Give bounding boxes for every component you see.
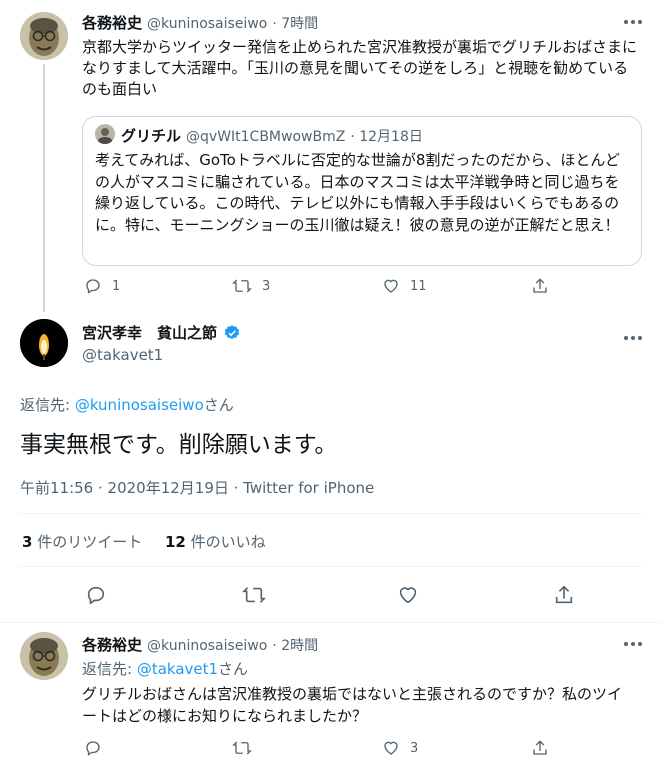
more-icon[interactable] <box>624 20 644 26</box>
retweet-button[interactable]: 3 <box>232 277 270 295</box>
author-handle[interactable]: @kuninosaiseiwo <box>147 638 267 654</box>
like-count: 11 <box>410 278 427 294</box>
reply-tweet[interactable]: 各務裕史 @kuninosaiseiwo · 2時間 返信先: @takavet… <box>0 623 662 771</box>
reply-prefix: 返信先: <box>82 660 137 678</box>
main-tweet: 宮沢孝幸 貧山之節 @takavet1 返信先: @kuninosaiseiwo… <box>0 312 662 624</box>
author-name[interactable]: 宮沢孝幸 貧山之節 <box>82 322 217 343</box>
reply-icon <box>86 279 100 294</box>
share-button[interactable] <box>531 739 549 757</box>
quote-author-handle: @qvWIt1CBMwowBmZ <box>186 129 346 145</box>
quote-text: 考えてみれば、GoToトラベルに否定的な世論が8割だったのだから、ほとんどの人が… <box>95 151 620 234</box>
reply-button[interactable] <box>85 584 107 606</box>
reply-count: 1 <box>112 278 121 294</box>
tweet-text: 事実無根です。削除願います。 <box>20 432 338 458</box>
retweet-icon <box>232 741 252 755</box>
share-button[interactable] <box>553 584 575 606</box>
reply-button[interactable]: 1 <box>84 277 120 295</box>
retweet-total: 3 <box>22 533 33 551</box>
retweet-label: 件のリツイート <box>32 533 143 551</box>
divider <box>20 513 642 514</box>
quoted-tweet[interactable]: グリチル @qvWIt1CBMwowBmZ · 12月18日 考えてみれば、Go… <box>82 116 642 266</box>
reply-icon <box>87 586 105 605</box>
retweet-count: 3 <box>262 278 271 294</box>
share-icon <box>555 585 573 604</box>
tweet-text: グリチルおばさんは宮沢准教授の裏垢ではないと主張されるのですか？私のツイートはど… <box>82 685 623 725</box>
retweet-icon <box>242 587 266 603</box>
author-handle[interactable]: @takavet1 <box>82 346 163 364</box>
share-icon <box>533 740 547 755</box>
avatar[interactable] <box>20 632 68 680</box>
timestamp[interactable]: · 2時間 <box>272 635 318 655</box>
tweet-1[interactable]: 各務裕史 @kuninosaiseiwo · 7時間 京都大学からツイッター発信… <box>0 0 662 312</box>
author-name[interactable]: 各務裕史 <box>82 634 142 655</box>
quote-author-name: グリチル <box>121 127 182 145</box>
more-icon[interactable] <box>624 642 644 648</box>
like-count: 3 <box>410 740 419 756</box>
avatar[interactable] <box>20 12 68 60</box>
author-name[interactable]: 各務裕史 <box>82 12 142 33</box>
reply-context: 返信先: @takavet1さん <box>82 658 248 679</box>
like-button[interactable]: 3 <box>382 739 418 757</box>
reply-suffix: さん <box>218 660 249 678</box>
reply-to-link[interactable]: @kuninosaiseiwo <box>75 396 204 414</box>
like-icon <box>384 279 398 293</box>
like-button[interactable]: 11 <box>382 277 427 295</box>
verified-icon <box>224 324 240 339</box>
like-icon <box>384 741 398 755</box>
like-total: 12 <box>165 533 186 551</box>
tweet-text: 京都大学からツイッター発信を止められた宮沢准教授が裏垢でグリチルおばさまになりす… <box>82 38 638 98</box>
reply-icon <box>86 741 100 756</box>
thread-line <box>43 64 45 312</box>
author-handle[interactable]: @kuninosaiseiwo <box>147 16 267 32</box>
like-icon <box>399 587 417 604</box>
likes-link[interactable]: 12 件のいいね <box>165 533 266 551</box>
share-button[interactable] <box>531 277 549 295</box>
reply-context: 返信先: @kuninosaiseiwoさん <box>20 394 234 415</box>
quote-avatar <box>95 124 115 144</box>
reply-suffix: さん <box>203 396 234 414</box>
reply-button[interactable] <box>84 739 112 757</box>
retweet-icon <box>232 279 252 293</box>
reply-to-link[interactable]: @takavet1 <box>137 660 218 678</box>
like-label: 件のいいね <box>185 533 266 551</box>
engagement-stats: 3 件のリツイート 12 件のいいね <box>22 531 266 552</box>
avatar[interactable] <box>20 319 68 367</box>
retweet-button[interactable] <box>242 584 266 606</box>
reply-prefix: 返信先: <box>20 396 75 414</box>
retweets-link[interactable]: 3 件のリツイート <box>22 533 142 551</box>
like-button[interactable] <box>397 584 419 606</box>
quote-timestamp: · 12月18日 <box>350 129 423 145</box>
share-icon <box>533 278 547 293</box>
timestamp[interactable]: · 7時間 <box>272 13 318 33</box>
retweet-button[interactable] <box>232 739 262 757</box>
tweet-meta[interactable]: 午前11:56 · 2020年12月19日 · Twitter for iPho… <box>20 477 374 498</box>
more-icon[interactable] <box>624 336 644 342</box>
divider <box>20 566 642 567</box>
